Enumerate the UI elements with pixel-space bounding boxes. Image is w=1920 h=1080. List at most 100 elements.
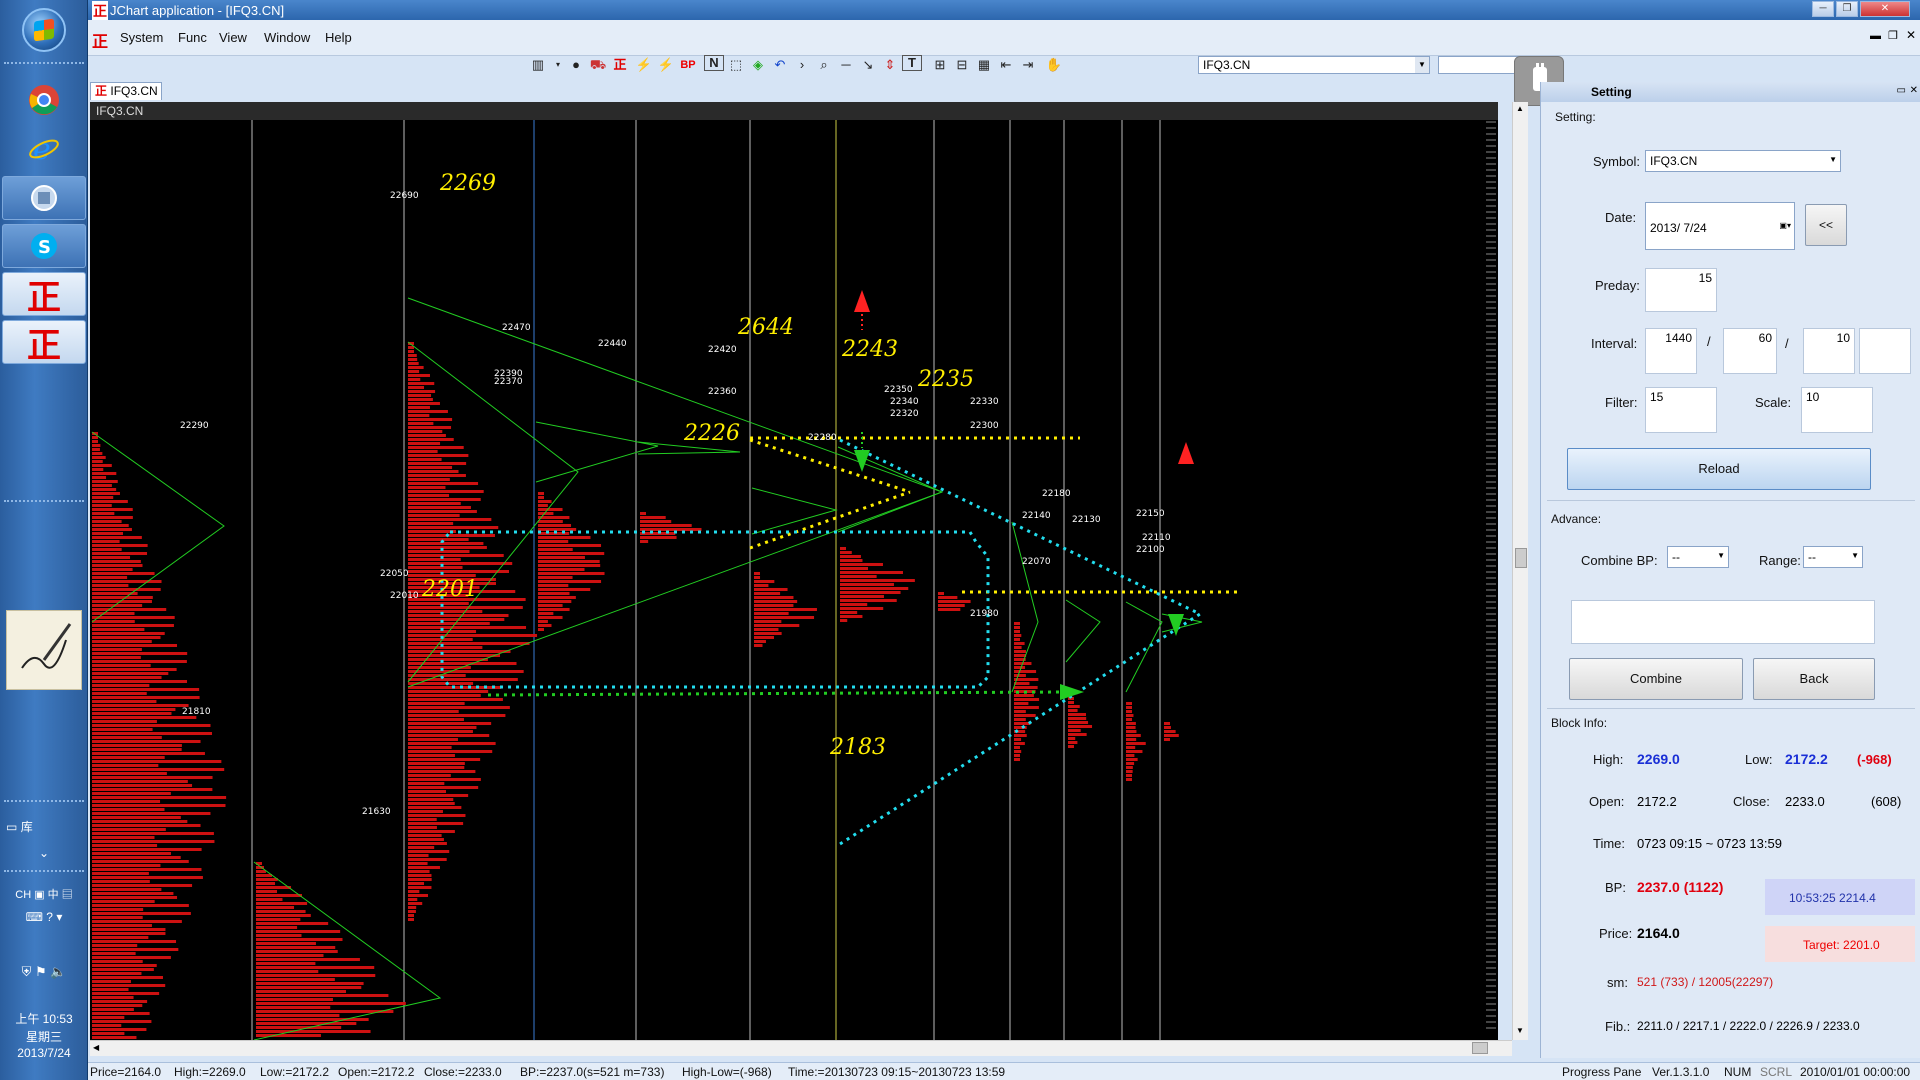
n-tool-button[interactable]: N (704, 55, 724, 71)
hand-tool-icon[interactable]: ✋ (1044, 55, 1064, 75)
car-tool-icon[interactable]: ⛟ (588, 55, 608, 75)
menu-system[interactable]: System (120, 30, 163, 45)
interval-field-3[interactable]: 10 (1803, 328, 1855, 374)
taskbar-skype-button[interactable]: S (2, 224, 86, 268)
scroll-down-icon[interactable]: ▼ (1516, 1026, 1524, 1035)
profile-day-1-row (92, 660, 187, 663)
tray-icons[interactable]: ⛨ ⚑ 🔈 (0, 964, 88, 980)
ime-tools-icon[interactable]: ⌨ ? ▾ (0, 910, 88, 924)
trendline-tool-icon[interactable]: ↘ (858, 55, 878, 75)
zheng-tool-icon[interactable]: 正 (610, 55, 630, 75)
scroll-right-icon[interactable]: ⇥ (1018, 55, 1038, 75)
price-level-label: 22300 (970, 421, 999, 431)
combine-bp-select[interactable]: -- ▼ (1667, 546, 1729, 568)
hscroll-thumb[interactable] (1472, 1042, 1488, 1054)
library-label[interactable]: ▭ 库 (0, 818, 88, 835)
profile-day-1-row (92, 776, 213, 779)
profile-day-3-row (408, 426, 452, 429)
date-picker[interactable]: 2013/ 7/24 ▣▾ (1645, 202, 1795, 250)
handwriting-pad-icon[interactable] (6, 610, 82, 690)
zoom-out-icon[interactable]: ⊟ (952, 55, 972, 75)
scroll-up-icon[interactable]: ▲ (1516, 104, 1524, 113)
profile-day-3-row (408, 386, 425, 389)
profile-day-1-row (92, 448, 100, 451)
scroll-left-icon[interactable]: ⇤ (996, 55, 1016, 75)
clock-time[interactable]: 上午 10:53 (0, 1010, 88, 1027)
bar-chart-tool-icon[interactable]: ▥ (528, 55, 548, 75)
menu-window[interactable]: Window (264, 30, 310, 45)
market-profile-chart[interactable]: IFQ3.CN 2269 2644 2243 2235 2226 2201 2183 2269… (90, 102, 1498, 1040)
arrow-tool-icon[interactable]: ⇕ (880, 55, 900, 75)
select-tool-icon[interactable]: ⬚ (726, 55, 746, 75)
taskbar-app-button-1[interactable] (2, 176, 86, 220)
dropdown-arrow-icon[interactable]: ▾ (548, 55, 568, 75)
scale-field[interactable]: 10 (1801, 387, 1873, 433)
profile-day-3-row (408, 378, 421, 381)
undo-icon[interactable]: ↶ (770, 55, 790, 75)
circle-tool-icon[interactable]: ● (566, 55, 586, 75)
hline-tool-icon[interactable]: ─ (836, 55, 856, 75)
chrome-icon[interactable] (20, 78, 68, 122)
profile-day-1-row (92, 928, 166, 931)
taskbar-jchart-button-1[interactable]: 正 (2, 272, 86, 318)
preday-field[interactable]: 15 (1645, 268, 1717, 312)
combine-text-field[interactable] (1571, 600, 1875, 644)
profile-day-3-row (408, 562, 513, 565)
taskbar-jchart-button-2[interactable]: 正 (2, 320, 86, 366)
status-close: Close:=2233.0 (424, 1065, 502, 1079)
symbol-select[interactable]: IFQ3.CN ▼ (1645, 150, 1841, 172)
next-tool-icon[interactable]: › (792, 55, 812, 75)
grid-tool-icon[interactable]: ▦ (974, 55, 994, 75)
menu-func[interactable]: Func (178, 30, 207, 45)
lightning-red-icon[interactable]: ⚡ (656, 55, 676, 75)
combine-button[interactable]: Combine (1569, 658, 1743, 700)
profile-day-1-row (92, 728, 153, 731)
symbol-combo[interactable]: IFQ3.CN ▼ (1198, 56, 1430, 74)
profile-day-1-row (92, 832, 214, 835)
horizontal-scrollbar[interactable]: ◀ (90, 1040, 1512, 1056)
start-button[interactable] (22, 8, 66, 52)
setting-section-label: Setting: (1555, 110, 1596, 124)
mdi-restore-button[interactable]: ❐ (1888, 29, 1898, 42)
document-tab[interactable]: 正 IFQ3.CN (90, 82, 162, 100)
maximize-button[interactable]: ❐ (1836, 1, 1858, 17)
close-button[interactable]: ✕ (1860, 1, 1910, 17)
filter-field[interactable]: 15 (1645, 387, 1717, 433)
back-button[interactable]: Back (1753, 658, 1875, 700)
internet-explorer-icon[interactable]: e (20, 126, 68, 170)
mdi-close-button[interactable]: ✕ (1906, 28, 1916, 42)
text-tool-button[interactable]: T (902, 55, 922, 71)
chart-annotation: 2226 (683, 421, 740, 446)
lightning-yellow-icon[interactable]: ⚡ (634, 55, 654, 75)
zoom-icon[interactable]: ⌕ (814, 55, 834, 75)
panel-float-icon[interactable]: ▭ (1897, 85, 1906, 96)
profile-day-1-row (92, 860, 189, 863)
reload-button[interactable]: Reload (1567, 448, 1871, 490)
date-prev-button[interactable]: << (1805, 204, 1847, 246)
profile-day-1-row (92, 732, 213, 735)
interval-field-1[interactable]: 1440 (1645, 328, 1697, 374)
profile-day-1-row (92, 672, 169, 675)
range-select[interactable]: -- ▼ (1803, 546, 1863, 568)
profile-day-3-row (408, 906, 417, 909)
profile-day-9-row (1014, 646, 1022, 649)
zoom-in-icon[interactable]: ⊞ (930, 55, 950, 75)
scroll-thumb[interactable] (1515, 548, 1527, 568)
cube-tool-icon[interactable]: ◈ (748, 55, 768, 75)
mdi-minimize-button[interactable]: ▬ (1870, 30, 1881, 42)
panel-close-icon[interactable]: ✕ (1910, 85, 1918, 96)
interval-field-4[interactable] (1859, 328, 1911, 374)
profile-day-9-row (1014, 742, 1025, 745)
profile-day-1-row (92, 496, 114, 499)
expand-chevron-icon[interactable]: ⌄ (0, 846, 88, 860)
interval-field-2[interactable]: 60 (1723, 328, 1777, 374)
minimize-button[interactable]: ─ (1812, 1, 1834, 17)
scroll-left-icon[interactable]: ◀ (93, 1043, 99, 1052)
chevron-down-icon: ▼ (1717, 551, 1725, 560)
vertical-scrollbar[interactable]: ▲ ▼ (1512, 102, 1528, 1040)
profile-day-3-row (408, 430, 443, 433)
bp-tool-button[interactable]: BP (678, 55, 698, 75)
ime-bar[interactable]: CH ▣ 中 ▤ (0, 886, 88, 902)
menu-view[interactable]: View (219, 30, 247, 45)
menu-help[interactable]: Help (325, 30, 352, 45)
